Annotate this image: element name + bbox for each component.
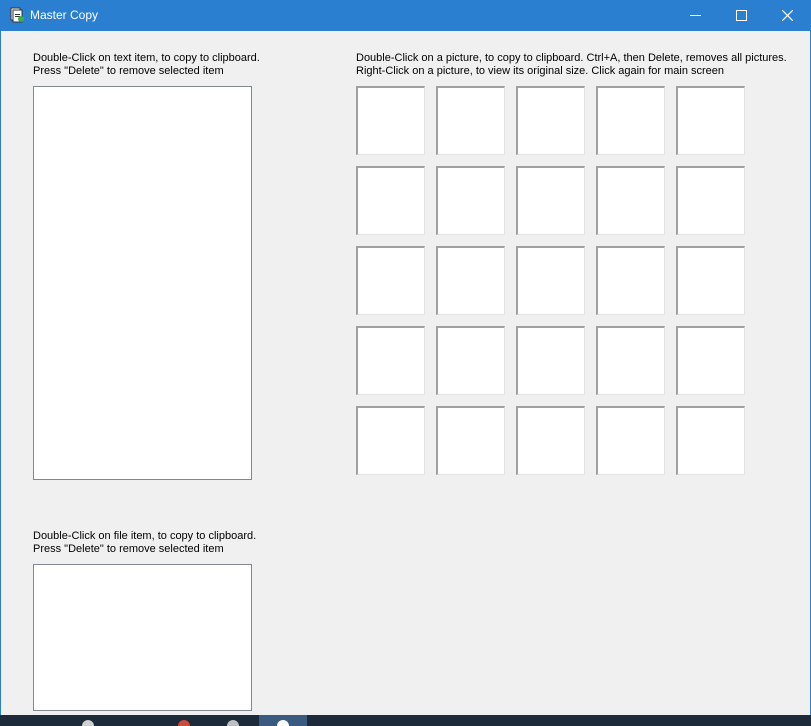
file-panel-instruction-line2: Press "Delete" to remove selected item: [33, 543, 224, 555]
picture-slot[interactable]: [676, 406, 745, 475]
picture-slot[interactable]: [356, 246, 425, 315]
picture-slot[interactable]: [596, 86, 665, 155]
file-panel-instruction-line1: Double-Click on file item, to copy to cl…: [33, 530, 257, 542]
picture-slot[interactable]: [596, 326, 665, 395]
picture-slot[interactable]: [436, 246, 505, 315]
picture-slot[interactable]: [596, 246, 665, 315]
text-panel-instruction-line2: Press "Delete" to remove selected item: [33, 65, 224, 77]
file-items-listbox[interactable]: [33, 564, 252, 711]
picture-slot[interactable]: [356, 406, 425, 475]
picture-slot[interactable]: [596, 166, 665, 235]
minimize-icon: [690, 15, 701, 16]
picture-panel-instruction-line2: Right-Click on a picture, to view its or…: [356, 65, 725, 77]
picture-panel-instruction-line1: Double-Click on a picture, to copy to cl…: [356, 52, 787, 64]
picture-slot[interactable]: [436, 326, 505, 395]
picture-slot[interactable]: [676, 86, 745, 155]
text-items-listbox[interactable]: [33, 86, 252, 480]
master-copy-taskbar-icon: [277, 720, 289, 726]
picture-slot[interactable]: [516, 406, 585, 475]
picture-slot[interactable]: [436, 166, 505, 235]
picture-slot[interactable]: [516, 246, 585, 315]
picture-slot[interactable]: [436, 406, 505, 475]
title-bar[interactable]: Master Copy: [0, 0, 811, 31]
taskbar-app-icon[interactable]: [227, 720, 239, 726]
taskbar: [0, 715, 811, 726]
file-panel-instruction: Double-Click on file item, to copy to cl…: [33, 530, 256, 556]
picture-slot[interactable]: [676, 246, 745, 315]
picture-slot[interactable]: [356, 166, 425, 235]
picture-slot[interactable]: [356, 86, 425, 155]
picture-slot[interactable]: [676, 166, 745, 235]
browser-icon[interactable]: [178, 720, 190, 726]
taskbar-active-app[interactable]: [259, 715, 307, 726]
close-button[interactable]: [765, 0, 811, 31]
close-icon: [782, 10, 793, 21]
text-panel-instruction: Double-Click on text item, to copy to cl…: [33, 52, 260, 78]
picture-slot[interactable]: [596, 406, 665, 475]
picture-slot[interactable]: [516, 326, 585, 395]
picture-slot[interactable]: [516, 166, 585, 235]
maximize-button[interactable]: [719, 0, 765, 31]
picture-slot[interactable]: [676, 326, 745, 395]
picture-slot[interactable]: [516, 86, 585, 155]
search-icon[interactable]: [82, 720, 94, 726]
minimize-button[interactable]: [673, 0, 719, 31]
picture-slot[interactable]: [356, 326, 425, 395]
app-icon[interactable]: [9, 7, 25, 23]
picture-slot[interactable]: [436, 86, 505, 155]
text-panel-instruction-line1: Double-Click on text item, to copy to cl…: [33, 52, 260, 64]
picture-panel-instruction: Double-Click on a picture, to copy to cl…: [356, 52, 787, 78]
window-title: Master Copy: [30, 8, 99, 22]
maximize-icon: [736, 10, 747, 21]
